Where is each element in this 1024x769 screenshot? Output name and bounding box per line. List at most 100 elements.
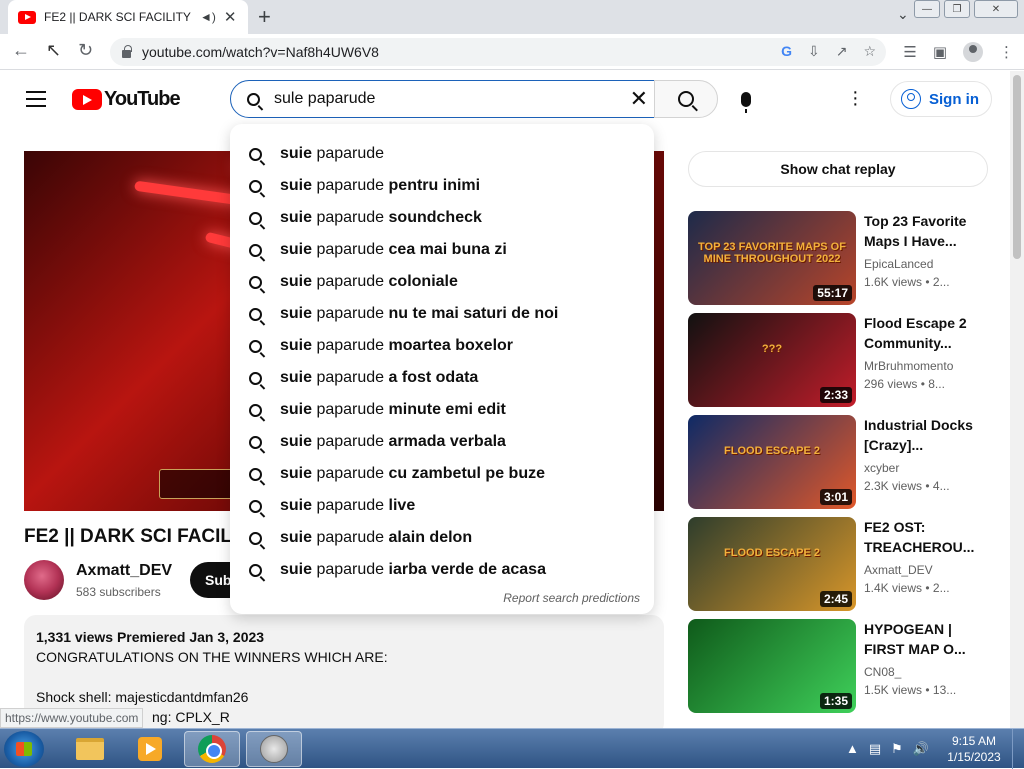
show-desktop-button[interactable] [1012,729,1024,769]
video-thumbnail[interactable]: 1:35 [688,619,856,713]
hamburger-menu-icon[interactable] [26,91,46,107]
video-duration: 2:33 [819,387,852,403]
suggestion-item[interactable]: suie paparude pentru inimi [230,170,654,202]
suggestion-item[interactable]: suie paparude nu te mai saturi de noi [230,298,654,330]
window-close-button[interactable]: ✕ [974,0,1018,18]
sign-in-button[interactable]: Sign in [890,81,992,117]
lock-icon [122,44,132,58]
suggestion-item[interactable]: suie paparude a fost odata [230,362,654,394]
back-arrow-icon[interactable]: ← [12,40,30,61]
media-controls-icon[interactable]: ☰ [903,43,916,61]
google-lens-icon[interactable]: G [781,43,792,60]
suggestion-item[interactable]: suie paparude alain delon [230,522,654,554]
recommended-title[interactable]: Industrial Docks [Crazy]... [864,415,974,455]
recommended-title[interactable]: Flood Escape 2 Community... [864,313,974,353]
settings-menu-icon[interactable]: · · · [852,82,859,114]
minimize-button[interactable]: — [914,0,940,18]
suggestion-mid: paparude [312,305,385,322]
page-scrollbar[interactable] [1010,71,1024,728]
tab-title: FE2 || DARK SCI FACILITY - C [44,10,194,24]
address-bar[interactable]: youtube.com/watch?v=Naf8h4UW6V8 G ⇩ ↗ ☆ [110,38,886,66]
youtube-masthead: YouTube sule paparude ✕ · · · Sign in [0,71,1010,127]
recommended-video[interactable]: FLOOD ESCAPE 2 2:45 FE2 OST: TREACHEROU...… [688,517,1008,611]
browser-tab[interactable]: FE2 || DARK SCI FACILITY - C ◄) ✕ [8,0,248,34]
taskbar-volume-app[interactable] [246,731,302,767]
recommended-video[interactable]: FLOOD ESCAPE 2 3:01 Industrial Docks [Craz… [688,415,1008,509]
close-tab-icon[interactable]: ✕ [224,8,237,26]
speaker-icon[interactable]: ◄) [200,10,216,24]
search-icon [249,531,262,545]
suggestion-mid: paparude [312,497,385,514]
channel-avatar[interactable] [24,560,64,600]
reload-icon[interactable]: ↻ [78,40,93,61]
search-input[interactable]: sule paparude ✕ [230,80,655,118]
taskbar-media-player[interactable] [122,731,178,767]
video-thumbnail[interactable]: FLOOD ESCAPE 2 2:45 [688,517,856,611]
recommended-channel: CN08_ [864,665,902,679]
search-icon [249,403,262,417]
url-text: youtube.com/watch?v=Naf8h4UW6V8 [142,44,379,60]
suggestion-item[interactable]: suie paparude cu zambetul pe buze [230,458,654,490]
search-icon [249,179,262,193]
suggestion-mid: paparude [312,177,385,194]
suggestion-item[interactable]: suie paparude armada verbala [230,426,654,458]
search-suggestions: suie paparude suie paparude pentru inimi s… [230,124,654,614]
recommended-title[interactable]: HYPOGEAN | FIRST MAP O... [864,619,974,659]
side-panel-icon[interactable]: ▣ [933,43,947,61]
search-button[interactable] [654,80,718,118]
windows-taskbar: ▲ ▤ ⚑ 🔊 9:15 AM 1/15/2023 [0,728,1024,769]
channel-name[interactable]: Axmatt_DEV [76,562,172,580]
install-icon[interactable]: ⇩ [808,43,820,60]
youtube-logo[interactable]: YouTube [72,88,181,111]
action-center-flag-icon[interactable]: ⚑ [891,741,903,757]
tab-search-icon[interactable]: ⌄ [897,6,909,23]
video-thumbnail[interactable]: TOP 23 FAVORITE MAPS OF MINE THROUGHOUT … [688,211,856,305]
thumbnail-text: TOP 23 FAVORITE MAPS OF MINE THROUGHOUT … [698,241,846,265]
suggestion-rest: moartea boxelor [384,337,514,354]
suggestion-item[interactable]: suie paparude iarba verde de acasa [230,554,654,586]
volume-icon[interactable]: 🔊 [913,741,929,757]
recommended-title[interactable]: Top 23 Favorite Maps I Have... [864,211,974,251]
recommended-channel: xcyber [864,461,900,475]
suggestion-rest: coloniale [384,273,458,290]
start-button[interactable] [4,731,44,767]
suggestion-item[interactable]: suie paparude moartea boxelor [230,330,654,362]
suggestion-prefix: suie [280,561,313,578]
taskbar-explorer[interactable] [62,731,118,767]
show-chat-replay-button[interactable]: Show chat replay [688,151,988,187]
suggestion-item[interactable]: suie paparude minute emi edit [230,394,654,426]
clock[interactable]: 9:15 AM 1/15/2023 [944,733,1004,765]
chrome-menu-icon[interactable]: ⋮ [999,43,1014,61]
show-hidden-icons-icon[interactable]: ▲ [846,741,859,757]
new-tab-button[interactable]: + [258,4,271,30]
video-stats: 1,331 views Premiered Jan 3, 2023 [36,629,265,645]
clock-date: 1/15/2023 [947,750,1001,764]
scrollbar-thumb[interactable] [1013,75,1021,259]
suggestion-item[interactable]: suie paparude [230,138,654,170]
taskbar-chrome[interactable] [184,731,240,767]
suggestion-rest: armada verbala [384,433,506,450]
clear-search-icon[interactable]: ✕ [630,86,648,112]
suggestion-mid: paparude [312,465,385,482]
restore-button[interactable]: ❐ [944,0,970,18]
recommended-title[interactable]: FE2 OST: TREACHEROU... [864,517,974,557]
suggestion-item[interactable]: suie paparude coloniale [230,266,654,298]
suggestion-item[interactable]: suie paparude soundcheck [230,202,654,234]
suggestion-item[interactable]: suie paparude live [230,490,654,522]
report-predictions-link[interactable]: Report search predictions [503,591,640,605]
video-thumbnail[interactable]: FLOOD ESCAPE 2 3:01 [688,415,856,509]
recommended-video[interactable]: ??? 2:33 Flood Escape 2 Community... MrBruh… [688,313,1008,407]
suggestion-item[interactable]: suie paparude cea mai buna zi [230,234,654,266]
recommended-video[interactable]: 1:35 HYPOGEAN | FIRST MAP O... CN08_ 1.5K v… [688,619,1008,713]
bookmark-star-icon[interactable]: ☆ [863,43,876,60]
suggestion-mid: paparude [312,241,385,258]
profile-icon[interactable] [963,42,983,62]
network-icon[interactable]: ▤ [869,741,881,757]
video-thumbnail[interactable]: ??? 2:33 [688,313,856,407]
voice-search-button[interactable] [728,81,764,117]
search-icon [249,339,262,353]
recommended-video[interactable]: TOP 23 FAVORITE MAPS OF MINE THROUGHOUT … [688,211,1008,305]
video-duration: 3:01 [819,489,852,505]
share-icon[interactable]: ↗ [836,43,848,60]
search-icon [249,499,262,513]
